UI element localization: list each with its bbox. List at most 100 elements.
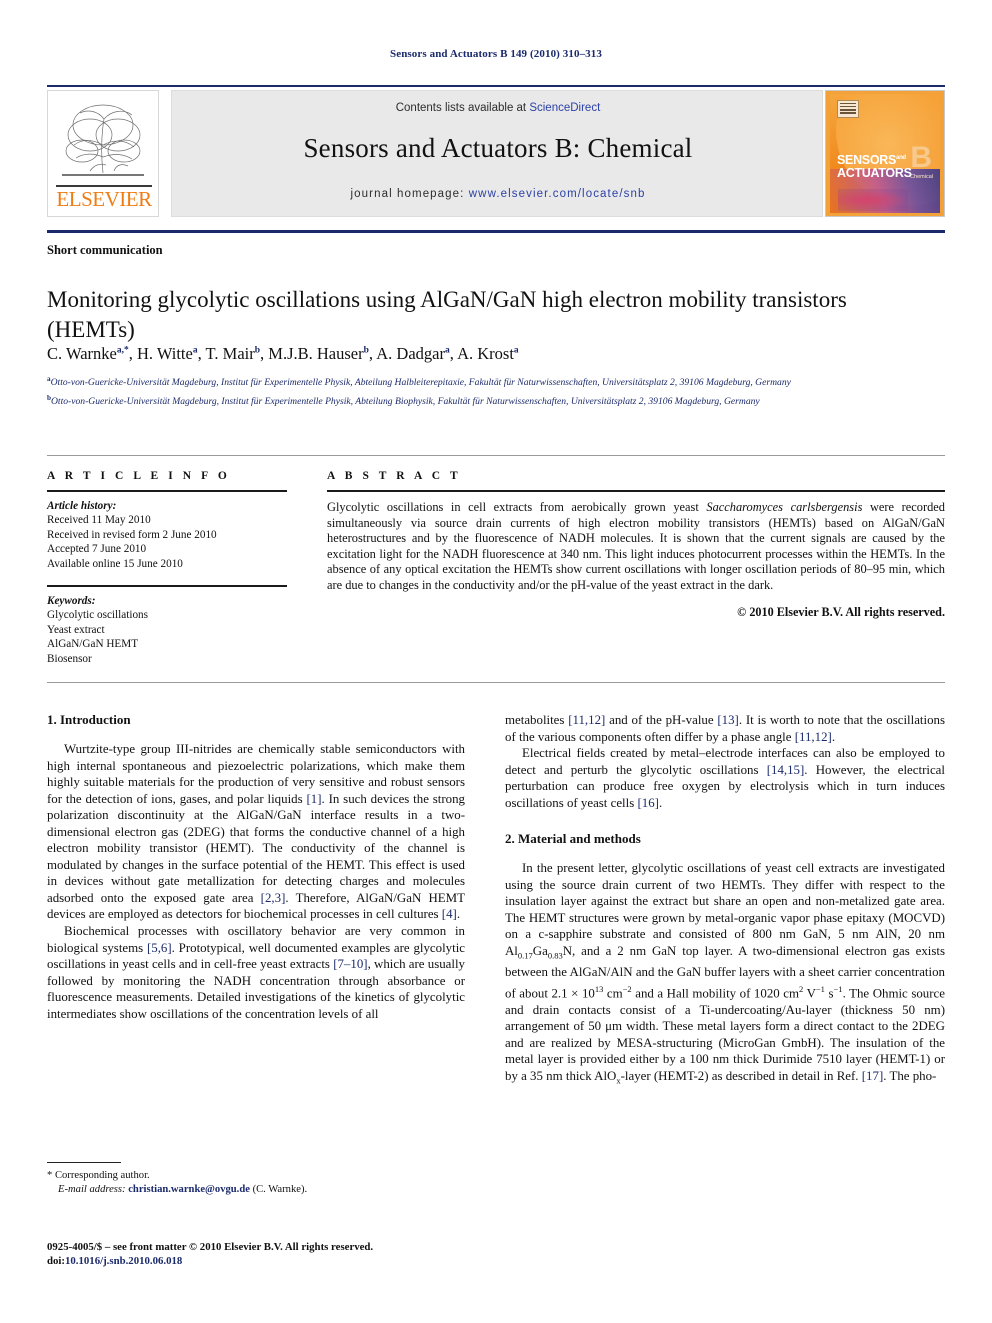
journal-homepage-line: journal homepage: www.elsevier.com/locat… bbox=[172, 188, 824, 200]
author-affil-mark: a bbox=[513, 345, 519, 356]
journal-cover-thumbnail: B Chemical SENSORSand ACTUATORS bbox=[825, 90, 945, 217]
cover-and: and bbox=[896, 155, 906, 161]
footnote-block: * Corresponding author. E-mail address: … bbox=[47, 1169, 467, 1197]
author-3: M.J.B. Hauserb bbox=[268, 344, 369, 363]
author-name: H. Witte bbox=[136, 344, 193, 363]
text-run: . The pho- bbox=[883, 1068, 937, 1083]
paragraph-right-2: Electrical fields created by metal–elect… bbox=[505, 745, 945, 811]
article-info-column: A R T I C L E I N F O Article history: R… bbox=[47, 470, 287, 666]
author-0: C. Warnkea,* bbox=[47, 344, 129, 363]
author-affil-mark: a,* bbox=[116, 345, 129, 356]
text-run: . bbox=[831, 729, 836, 744]
cover-artwork: B Chemical SENSORSand ACTUATORS bbox=[830, 94, 940, 213]
author-name: M.J.B. Hauser bbox=[268, 344, 364, 363]
author-affil-mark: a bbox=[192, 345, 198, 356]
abstract-text: Glycolytic oscillations in cell extracts… bbox=[327, 500, 945, 594]
masthead-top-rule bbox=[47, 85, 945, 87]
author-1: H. Wittea bbox=[137, 344, 198, 363]
text-run: s bbox=[824, 985, 834, 1000]
author-list: C. Warnkea,*, H. Wittea, T. Mairb, M.J.B… bbox=[47, 344, 519, 363]
info-section-top-rule bbox=[47, 455, 945, 456]
keywords-group: Keywords: Glycolytic oscillations Yeast … bbox=[47, 594, 287, 666]
author-5: A. Krosta bbox=[457, 344, 519, 363]
author-affil-mark: b bbox=[363, 345, 369, 356]
citation-ref[interactable]: [2,3] bbox=[261, 891, 286, 905]
cover-series-letter: B bbox=[910, 141, 932, 174]
abstract-copyright: © 2010 Elsevier B.V. All rights reserved… bbox=[737, 604, 945, 619]
affiliation-text: Otto-von-Guericke-Universität Magdeburg,… bbox=[50, 377, 791, 389]
doi-line: doi:10.1016/j.snb.2010.06.018 bbox=[47, 1254, 607, 1268]
citation-ref[interactable]: [14,15] bbox=[767, 763, 805, 777]
citation-ref[interactable]: [4] bbox=[442, 907, 457, 921]
keywords-rule bbox=[47, 585, 287, 588]
citation-ref[interactable]: [16] bbox=[637, 796, 658, 810]
article-type-label: Short communication bbox=[47, 243, 163, 257]
keyword-0: Glycolytic oscillations bbox=[47, 609, 148, 622]
sciencedirect-link[interactable]: ScienceDirect bbox=[529, 102, 600, 114]
cover-title-text: SENSORSand ACTUATORS bbox=[837, 152, 912, 180]
citation-ref[interactable]: [1] bbox=[306, 792, 321, 806]
corresponding-author-text: Corresponding author. bbox=[52, 1170, 150, 1181]
history-item-2: Accepted 7 June 2010 bbox=[47, 543, 147, 556]
superscript: −1 bbox=[833, 983, 843, 994]
elsevier-tree-icon bbox=[62, 104, 144, 176]
abstract-rule bbox=[327, 490, 945, 492]
subscript: 0.83 bbox=[547, 950, 563, 961]
affiliation-a: aOtto-von-Guericke-Universität Magdeburg… bbox=[47, 372, 927, 391]
citation-ref[interactable]: [11,12] bbox=[795, 730, 832, 744]
article-info-rule bbox=[47, 490, 287, 492]
citation-ref[interactable]: [5,6] bbox=[147, 941, 172, 955]
body-left-column: 1. Introduction Wurtzite-type group III-… bbox=[47, 712, 465, 1022]
doi-label: doi: bbox=[47, 1255, 65, 1268]
issn-front-matter: 0925-4005/$ – see front matter © 2010 El… bbox=[47, 1241, 374, 1253]
text-run: . bbox=[658, 795, 663, 810]
cover-line2: ACTUATORS bbox=[837, 166, 912, 181]
abstract-heading: A B S T R A C T bbox=[327, 470, 462, 482]
article-history-group: Article history: Received 11 May 2010 Re… bbox=[47, 499, 287, 571]
citation-ref[interactable]: [11,12] bbox=[568, 713, 605, 727]
email-line: E-mail address: christian.warnke@ovgu.de… bbox=[47, 1183, 467, 1197]
citation-ref[interactable]: [13] bbox=[717, 713, 738, 727]
paragraph-intro-1: Wurtzite-type group III-nitrides are che… bbox=[47, 741, 465, 923]
history-item-3: Available online 15 June 2010 bbox=[47, 557, 183, 570]
doi-link[interactable]: 10.1016/j.snb.2010.06.018 bbox=[65, 1255, 182, 1267]
text-run: metabolites bbox=[505, 713, 569, 727]
article-page: Sensors and Actuators B 149 (2010) 310–3… bbox=[0, 0, 992, 1323]
affiliation-text: Otto-von-Guericke-Universität Magdeburg,… bbox=[51, 395, 760, 407]
journal-band: Contents lists available at ScienceDirec… bbox=[171, 90, 823, 217]
cover-line1: SENSORS bbox=[837, 153, 897, 168]
corresponding-author-line: * Corresponding author. bbox=[47, 1169, 467, 1183]
history-item-0: Received 11 May 2010 bbox=[47, 514, 151, 527]
author-name: A. Dadgar bbox=[376, 344, 445, 363]
text-run: and of the pH-value bbox=[605, 713, 718, 727]
section-heading-introduction: 1. Introduction bbox=[47, 712, 131, 727]
homepage-url-link[interactable]: www.elsevier.com/locate/snb bbox=[469, 188, 646, 200]
homepage-label: journal homepage: bbox=[350, 188, 465, 200]
affiliation-b: bOtto-von-Guericke-Universität Magdeburg… bbox=[47, 391, 927, 410]
author-4: A. Dadgara bbox=[376, 344, 449, 363]
keyword-1: Yeast extract bbox=[47, 623, 105, 636]
keyword-3: Biosensor bbox=[47, 652, 92, 665]
text-run: . bbox=[456, 907, 461, 922]
email-link[interactable]: christian.warnke@ovgu.de bbox=[128, 1184, 250, 1195]
abstract-column: A B S T R A C T Glycolytic oscillations … bbox=[327, 470, 945, 620]
text-run: and a Hall mobility of 1020 cm bbox=[631, 985, 800, 1000]
abstract-part1: Glycolytic oscillations in cell extracts… bbox=[327, 500, 707, 514]
masthead-bottom-rule bbox=[47, 230, 945, 233]
abstract-species: Saccharomyces carlsbergensis bbox=[706, 500, 863, 514]
running-head: Sensors and Actuators B 149 (2010) 310–3… bbox=[390, 48, 602, 60]
citation-ref[interactable]: [17] bbox=[862, 1069, 883, 1083]
subscript: 0.17 bbox=[517, 950, 533, 961]
author-2: T. Mairb bbox=[206, 344, 260, 363]
author-name: C. Warnke bbox=[47, 344, 117, 363]
footer-block: 0925-4005/$ – see front matter © 2010 El… bbox=[47, 1240, 607, 1269]
keyword-2: AlGaN/GaN HEMT bbox=[47, 638, 139, 651]
page-title: Monitoring glycolytic oscillations using… bbox=[47, 287, 847, 343]
citation-ref[interactable]: [7–10] bbox=[333, 957, 367, 971]
keywords-label: Keywords: bbox=[47, 595, 96, 608]
email-suffix: (C. Warnke). bbox=[249, 1184, 308, 1195]
paragraph-intro-2: Biochemical processes with oscillatory b… bbox=[47, 923, 465, 1022]
history-item-1: Received in revised form 2 June 2010 bbox=[47, 528, 217, 541]
text-run: Ga bbox=[532, 944, 548, 959]
paragraph-methods-1: In the present letter, glycolytic oscill… bbox=[505, 860, 945, 1089]
